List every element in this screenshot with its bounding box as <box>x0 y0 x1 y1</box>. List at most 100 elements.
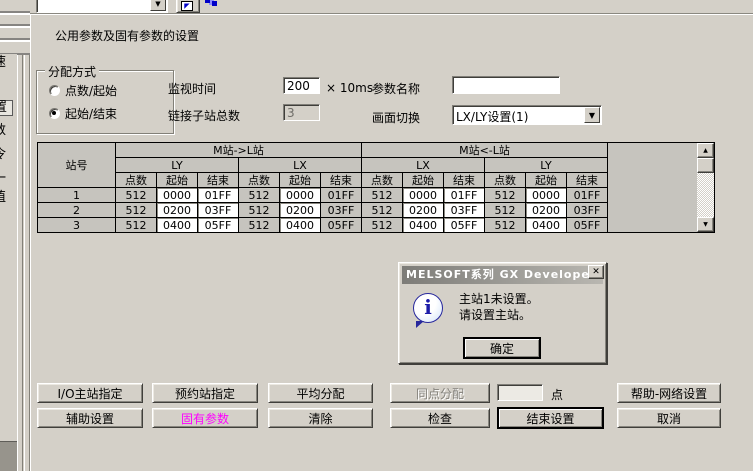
value-cell: 03FF <box>567 203 608 218</box>
value-cell: 512 <box>116 203 157 218</box>
editable-value-cell[interactable]: 01FF <box>198 188 239 203</box>
value-cell: 01FF <box>567 188 608 203</box>
monitor-time-unit: × 10ms <box>326 81 373 95</box>
col-header-start: 起始 <box>280 173 321 188</box>
editable-value-cell[interactable]: 0000 <box>403 188 444 203</box>
sub-header-ly: LY <box>485 158 608 173</box>
value-cell: 512 <box>239 203 280 218</box>
message-box-title: MELSOFT系列 GX Developer <box>402 266 603 284</box>
background-window-fragment <box>0 441 17 471</box>
check-button[interactable]: 检查 <box>390 408 490 428</box>
editable-value-cell[interactable]: 0200 <box>280 203 321 218</box>
editable-value-cell[interactable]: 05FF <box>444 218 485 233</box>
radio-start-end[interactable]: 起始/结束 <box>49 106 117 120</box>
screen: 速置数令一值 ▼ ◤ 公用参数及固有参数的设置 分配方式 点数/起始 起始/结束… <box>0 0 753 471</box>
col-header-end: 结束 <box>444 173 485 188</box>
points-unit-label: 点 <box>551 386 563 403</box>
value-cell: 512 <box>239 188 280 203</box>
chevron-down-icon[interactable]: ▼ <box>584 107 600 123</box>
radio-selected-icon[interactable] <box>49 108 60 119</box>
value-cell: 512 <box>116 188 157 203</box>
monitor-time-label: 监视时间 <box>168 80 216 97</box>
value-cell: 512 <box>485 203 526 218</box>
value-cell: 03FF <box>321 203 362 218</box>
background-tree-item: 置 <box>0 100 13 116</box>
finish-settings-button[interactable]: 结束设置 <box>497 407 604 429</box>
screen-switch-combo[interactable]: LX/LY设置(1) ▼ <box>452 105 602 125</box>
radio-label: 点数/起始 <box>65 82 117 99</box>
station-parameter-table: 站号 M站->L站 M站<-L站 ▲ ▼ LY LX LX LY 点数 <box>37 142 715 233</box>
editable-value-cell[interactable]: 0400 <box>157 218 198 233</box>
page-title: 公用参数及固有参数的设置 <box>55 27 199 44</box>
editable-value-cell[interactable]: 0200 <box>157 203 198 218</box>
close-icon[interactable]: ✕ <box>588 265 604 279</box>
toolbar-button-network[interactable] <box>202 0 220 13</box>
editable-value-cell[interactable]: 0400 <box>526 218 567 233</box>
value-cell: 512 <box>485 188 526 203</box>
col-header-points: 点数 <box>362 173 403 188</box>
editable-value-cell[interactable]: 0200 <box>526 203 567 218</box>
cancel-button[interactable]: 取消 <box>617 408 721 428</box>
col-header-end: 结束 <box>567 173 608 188</box>
chevron-down-icon[interactable]: ▼ <box>150 0 166 11</box>
radio-label: 起始/结束 <box>65 105 117 122</box>
scroll-down-icon[interactable]: ▼ <box>697 217 714 232</box>
radio-points-start[interactable]: 点数/起始 <box>49 83 117 97</box>
station-cell: 1 <box>38 188 116 203</box>
value-cell: 05FF <box>321 218 362 233</box>
message-line: 主站1未设置。 <box>459 291 539 307</box>
param-name-input[interactable] <box>452 76 560 94</box>
toolbar-button-window-select[interactable]: ◤ <box>176 0 200 13</box>
screen-switch-label: 画面切换 <box>372 109 420 126</box>
monitor-time-input[interactable]: 200 <box>283 77 320 94</box>
sub-header-lx: LX <box>362 158 485 173</box>
value-cell: 05FF <box>567 218 608 233</box>
editable-value-cell[interactable]: 0200 <box>403 203 444 218</box>
reserved-station-button[interactable]: 预约站指定 <box>152 383 258 403</box>
editable-value-cell[interactable]: 0000 <box>280 188 321 203</box>
network-icon <box>205 0 210 3</box>
col-header-start: 起始 <box>526 173 567 188</box>
col-header-points: 点数 <box>485 173 526 188</box>
background-window-edge <box>0 26 33 40</box>
radio-icon[interactable] <box>49 85 60 96</box>
param-name-label: 参数名称 <box>372 80 420 97</box>
help-network-button[interactable]: 帮助-网络设置 <box>617 383 721 403</box>
editable-value-cell[interactable]: 0000 <box>526 188 567 203</box>
slave-total-label: 链接子站总数 <box>168 107 240 124</box>
background-window-edge <box>0 40 33 55</box>
sub-header-ly: LY <box>116 158 239 173</box>
col-header-points: 点数 <box>116 173 157 188</box>
toolbar-combo[interactable]: ▼ <box>36 0 168 13</box>
editable-value-cell[interactable]: 0400 <box>403 218 444 233</box>
station-cell: 3 <box>38 218 116 233</box>
points-input <box>497 384 543 401</box>
fixed-params-button[interactable]: 固有参数 <box>152 408 258 428</box>
average-allocation-button[interactable]: 平均分配 <box>268 383 373 403</box>
clear-button[interactable]: 清除 <box>268 408 373 428</box>
info-icon <box>413 293 443 323</box>
scroll-up-icon[interactable]: ▲ <box>697 143 714 158</box>
group-header-m-to-l: M站->L站 <box>116 143 362 158</box>
editable-value-cell[interactable]: 01FF <box>444 188 485 203</box>
editable-value-cell[interactable]: 05FF <box>198 218 239 233</box>
station-column-header: 站号 <box>38 143 116 188</box>
ok-button[interactable]: 确定 <box>463 337 541 359</box>
editable-value-cell[interactable]: 0000 <box>157 188 198 203</box>
col-header-end: 结束 <box>198 173 239 188</box>
io-master-button[interactable]: I/O主站指定 <box>37 383 143 403</box>
table-scrollbar[interactable]: ▲ ▼ <box>697 143 714 232</box>
window-select-icon: ◤ <box>181 1 193 11</box>
value-cell: 512 <box>116 218 157 233</box>
editable-value-cell[interactable]: 03FF <box>444 203 485 218</box>
background-tree-item: 数 <box>0 124 13 138</box>
aux-settings-button[interactable]: 辅助设置 <box>37 408 143 428</box>
background-tree-item: 令 <box>0 148 13 162</box>
col-header-end: 结束 <box>321 173 362 188</box>
melsoft-message-box: MELSOFT系列 GX Developer ✕ 主站1未设置。 请设置主站。 … <box>398 262 607 364</box>
editable-value-cell[interactable]: 0400 <box>280 218 321 233</box>
screen-switch-value: LX/LY设置(1) <box>456 108 528 125</box>
editable-value-cell[interactable]: 03FF <box>198 203 239 218</box>
station-cell: 2 <box>38 203 116 218</box>
scrollbar-thumb[interactable] <box>697 158 714 173</box>
